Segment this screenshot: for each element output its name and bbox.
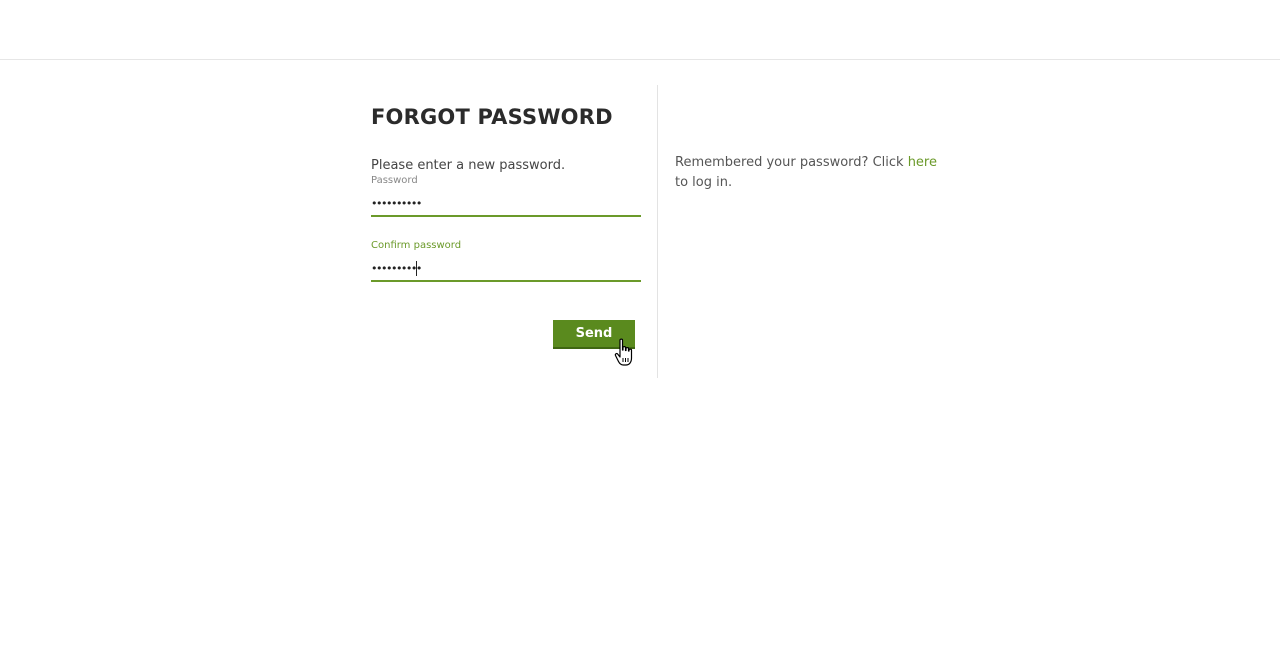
password-label: Password [371,175,418,186]
password-input[interactable] [371,193,641,213]
confirm-password-label: Confirm password [371,240,462,251]
hand-pointer-cursor-icon [614,338,633,366]
text-caret [416,261,417,276]
instruction-text: Please enter a new password. [371,158,566,173]
login-link[interactable]: here [908,155,937,170]
confirm-password-input[interactable] [371,258,641,278]
reminder-text-start: Remembered your password? Click [675,155,908,170]
top-header-bar [0,0,1280,60]
forgot-password-panel: FORGOT PASSWORD Please enter a new passw… [371,85,658,378]
login-reminder: Remembered your password? Click here to … [675,153,945,193]
page-title: FORGOT PASSWORD [371,105,613,129]
reminder-text-end: to log in. [675,175,733,190]
password-field[interactable]: Password [371,175,641,217]
confirm-password-field[interactable]: Confirm password [371,240,641,282]
